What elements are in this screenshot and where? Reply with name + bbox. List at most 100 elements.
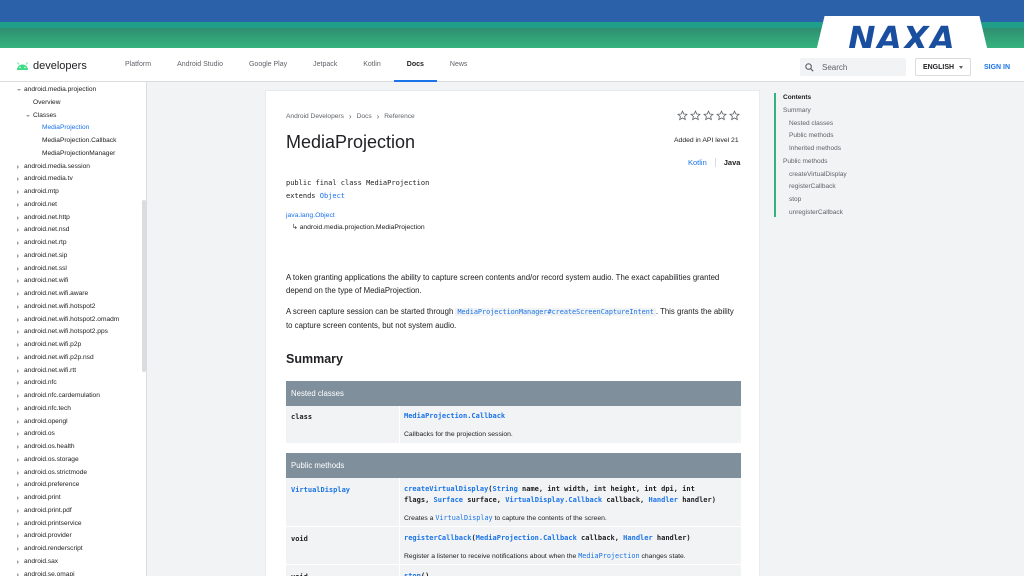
return-type-virtualdisplay[interactable]: VirtualDisplay bbox=[291, 486, 350, 494]
language-select[interactable]: ENGLISH bbox=[915, 58, 971, 76]
nav-android-studio[interactable]: Android Studio bbox=[164, 48, 236, 82]
expand-more-icon[interactable] bbox=[17, 368, 19, 373]
expand-more-icon[interactable] bbox=[17, 292, 19, 296]
search-icon bbox=[805, 62, 814, 72]
api-level: Added in API level 21 bbox=[674, 137, 739, 144]
expand-more-icon[interactable] bbox=[17, 228, 19, 233]
column-divider bbox=[399, 527, 400, 564]
expand-more-icon[interactable] bbox=[17, 470, 19, 475]
sidebar-item-label: android.net.wifi.hotspot2 bbox=[24, 302, 96, 310]
expand-more-icon[interactable] bbox=[17, 304, 19, 309]
nav-google-play[interactable]: Google Play bbox=[236, 48, 300, 82]
sidebar-item-label: android.media.session bbox=[24, 162, 90, 170]
nav-jetpack[interactable]: Jetpack bbox=[300, 48, 350, 82]
expand-more-icon[interactable] bbox=[17, 253, 19, 258]
sidebar-item-label: android.opengl bbox=[24, 417, 68, 425]
expand-more-icon[interactable] bbox=[17, 241, 19, 245]
toc-item[interactable]: Nested classes bbox=[789, 120, 833, 127]
handler-type-link[interactable]: Handler bbox=[648, 496, 678, 504]
hierarchy-parent-link[interactable]: java.lang.Object bbox=[286, 212, 335, 219]
extends-object-link[interactable]: Object bbox=[320, 192, 345, 200]
create-screen-capture-intent-link[interactable]: MediaProjectionManager#createScreenCaptu… bbox=[455, 308, 656, 316]
toc-item[interactable]: Public methods bbox=[789, 132, 833, 139]
toc-item[interactable]: registerCallback bbox=[789, 183, 836, 190]
developers-logo[interactable]: developers bbox=[16, 60, 87, 72]
breadcrumb-reference[interactable]: Reference bbox=[384, 113, 414, 120]
toc-item[interactable]: Public methods bbox=[783, 158, 827, 165]
star-outline-icon[interactable] bbox=[716, 110, 727, 121]
expand-more-icon[interactable] bbox=[17, 215, 19, 220]
nested-class-type: class bbox=[291, 413, 313, 421]
language-tabs: Kotlin Java bbox=[688, 158, 740, 167]
expand-more-icon[interactable] bbox=[17, 164, 19, 169]
expand-less-icon[interactable] bbox=[17, 89, 21, 91]
breadcrumb-android-developers[interactable]: Android Developers bbox=[286, 113, 344, 120]
nested-classes-table: Nested classes class MediaProjection.Cal… bbox=[286, 381, 741, 444]
mediaprojection-link[interactable]: MediaProjection bbox=[578, 552, 639, 560]
expand-more-icon[interactable] bbox=[17, 317, 19, 322]
nav-kotlin[interactable]: Kotlin bbox=[350, 48, 394, 82]
breadcrumb-docs[interactable]: Docs bbox=[357, 113, 372, 120]
expand-more-icon[interactable] bbox=[17, 559, 19, 564]
table-row: VirtualDisplay createVirtualDisplay(Stri… bbox=[286, 478, 741, 527]
top-nav: Platform Android Studio Google Play Jetp… bbox=[112, 48, 480, 82]
expand-more-icon[interactable] bbox=[17, 343, 19, 347]
nav-platform[interactable]: Platform bbox=[112, 48, 164, 82]
create-virtual-display-link[interactable]: createVirtualDisplay bbox=[404, 485, 488, 493]
nav-docs[interactable]: Docs bbox=[393, 48, 437, 82]
star-outline-icon[interactable] bbox=[703, 110, 714, 121]
tab-kotlin[interactable]: Kotlin bbox=[688, 158, 716, 167]
expand-more-icon[interactable] bbox=[17, 432, 19, 437]
toc-item[interactable]: Summary bbox=[783, 107, 811, 114]
expand-more-icon[interactable] bbox=[17, 547, 19, 551]
register-callback-link[interactable]: registerCallback bbox=[404, 534, 471, 542]
star-outline-icon[interactable] bbox=[690, 110, 701, 121]
surface-type-link[interactable]: Surface bbox=[434, 496, 464, 504]
string-type-link[interactable]: String bbox=[493, 485, 518, 493]
toc-item[interactable]: stop bbox=[789, 196, 801, 203]
expand-more-icon[interactable] bbox=[17, 190, 19, 194]
expand-less-icon[interactable] bbox=[26, 114, 30, 117]
expand-more-icon[interactable] bbox=[17, 496, 19, 500]
nav-news[interactable]: News bbox=[437, 48, 481, 82]
expand-more-icon[interactable] bbox=[17, 355, 19, 360]
toc-item[interactable]: createVirtualDisplay bbox=[789, 171, 847, 178]
toc-item[interactable]: Inherited methods bbox=[789, 145, 841, 152]
sign-in-link[interactable]: SIGN IN bbox=[984, 64, 1010, 71]
expand-more-icon[interactable] bbox=[17, 445, 19, 449]
callback-class-link[interactable]: MediaProjection.Callback bbox=[404, 412, 505, 420]
expand-more-icon[interactable] bbox=[17, 419, 19, 424]
sidebar-item-label: android.net.wifi.hotspot2.pps bbox=[24, 328, 108, 336]
star-outline-icon[interactable] bbox=[729, 110, 740, 121]
expand-more-icon[interactable] bbox=[17, 508, 19, 513]
expand-more-icon[interactable] bbox=[17, 457, 19, 462]
expand-more-icon[interactable] bbox=[17, 266, 19, 271]
signature-text: surface, bbox=[463, 496, 506, 504]
expand-more-icon[interactable] bbox=[17, 202, 19, 207]
sidebar-scrollbar[interactable] bbox=[142, 200, 146, 372]
star-outline-icon[interactable] bbox=[677, 110, 688, 121]
virtualdisplay-callback-link[interactable]: VirtualDisplay.Callback bbox=[505, 496, 602, 504]
expand-more-icon[interactable] bbox=[17, 406, 19, 411]
toc-item[interactable]: unregisterCallback bbox=[789, 209, 843, 216]
expand-more-icon[interactable] bbox=[17, 177, 19, 182]
search-input[interactable] bbox=[822, 62, 902, 72]
expand-more-icon[interactable] bbox=[17, 572, 19, 576]
toc-title: Contents bbox=[783, 94, 812, 101]
search-box[interactable] bbox=[800, 58, 906, 76]
sidebar-item-label: android.printservice bbox=[24, 519, 82, 527]
expand-more-icon[interactable] bbox=[17, 394, 19, 398]
handler-type-link[interactable]: Handler bbox=[623, 534, 653, 542]
expand-more-icon[interactable] bbox=[17, 279, 19, 284]
sidebar-item-label: android.net bbox=[24, 200, 57, 208]
sidebar-item-label: android.net.wifi.p2p bbox=[24, 341, 82, 348]
expand-more-icon[interactable] bbox=[17, 534, 19, 539]
expand-more-icon[interactable] bbox=[17, 381, 19, 386]
expand-more-icon[interactable] bbox=[17, 483, 19, 488]
callback-type-link[interactable]: MediaProjection.Callback bbox=[476, 534, 577, 542]
virtualdisplay-link[interactable]: VirtualDisplay bbox=[435, 514, 492, 522]
tab-java[interactable]: Java bbox=[716, 158, 741, 167]
expand-more-icon[interactable] bbox=[17, 330, 19, 335]
expand-more-icon[interactable] bbox=[17, 521, 19, 526]
stop-link[interactable]: stop bbox=[404, 572, 421, 576]
